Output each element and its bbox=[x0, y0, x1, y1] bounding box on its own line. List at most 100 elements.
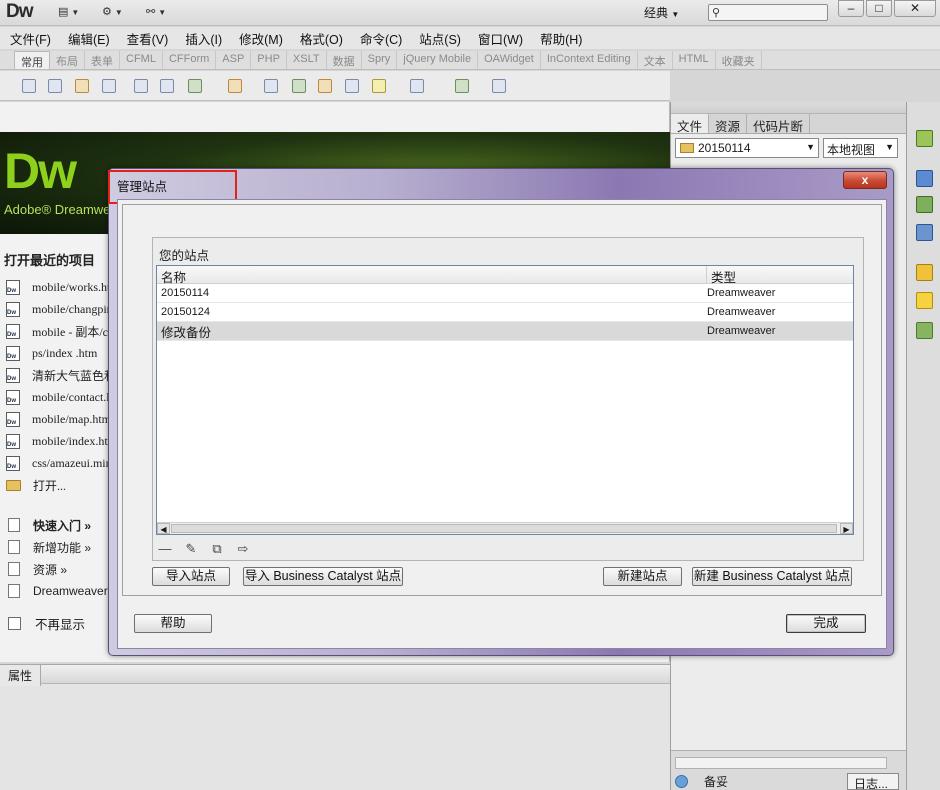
menu-window[interactable]: 窗口(W) bbox=[478, 29, 523, 48]
whats-new-link[interactable]: 新增功能 » bbox=[8, 536, 119, 558]
files-hscroll[interactable] bbox=[675, 757, 887, 769]
table-row-selected[interactable]: 修改备份 Dreamweaver bbox=[157, 322, 853, 341]
menu-insert[interactable]: 插入(I) bbox=[185, 29, 222, 48]
insert-tab[interactable]: ASP bbox=[216, 51, 252, 69]
databases-icon[interactable] bbox=[916, 264, 933, 281]
column-type[interactable]: 类型 bbox=[707, 266, 853, 285]
email-link-icon[interactable] bbox=[48, 79, 62, 93]
import-site-button[interactable]: 导入站点 bbox=[152, 567, 230, 586]
menu-modify[interactable]: 修改(M) bbox=[239, 29, 283, 48]
horizontal-rule-icon[interactable] bbox=[102, 79, 116, 93]
new-bc-site-button[interactable]: 新建 Business Catalyst 站点 bbox=[692, 567, 852, 586]
insert-tab[interactable]: jQuery Mobile bbox=[397, 51, 479, 69]
css-styles-icon[interactable] bbox=[916, 130, 933, 147]
site-manager-icon[interactable]: ⚯ ▼ bbox=[146, 5, 166, 18]
tab-files[interactable]: 文件 bbox=[671, 114, 710, 134]
recent-item[interactable]: mobile/contact.l bbox=[6, 386, 117, 408]
recent-item[interactable]: mobile - 副本/c bbox=[6, 320, 117, 342]
exchange-link[interactable]: Dreamweaver E bbox=[8, 580, 119, 602]
new-site-button[interactable]: 新建站点 bbox=[603, 567, 682, 586]
scroll-left-icon[interactable]: ◀ bbox=[157, 523, 170, 534]
image-icon[interactable] bbox=[188, 79, 202, 93]
templates-icon[interactable] bbox=[410, 79, 424, 93]
insert-tab[interactable]: Spry bbox=[362, 51, 398, 69]
menu-file[interactable]: 文件(F) bbox=[10, 29, 51, 48]
remove-site-icon[interactable]: — bbox=[157, 542, 173, 556]
server-include-icon[interactable] bbox=[292, 79, 306, 93]
tag-inspector-icon[interactable] bbox=[916, 196, 933, 213]
minimize-button[interactable]: – bbox=[838, 0, 864, 17]
open-item[interactable]: 打开... bbox=[6, 474, 117, 496]
insert-tab[interactable]: XSLT bbox=[287, 51, 327, 69]
head-icon[interactable] bbox=[345, 79, 359, 93]
properties-tab[interactable]: 属性 bbox=[0, 665, 42, 686]
table-row[interactable]: 20150124 Dreamweaver bbox=[157, 303, 853, 322]
menu-view[interactable]: 查看(V) bbox=[127, 29, 169, 48]
maximize-button[interactable]: □ bbox=[866, 0, 892, 17]
recent-item[interactable]: ps/index .htm bbox=[6, 342, 117, 364]
menu-commands[interactable]: 命令(C) bbox=[360, 29, 402, 48]
div-icon[interactable] bbox=[160, 79, 174, 93]
column-name[interactable]: 名称 bbox=[157, 266, 707, 285]
table-hscroll[interactable]: ◀ ▶ bbox=[157, 522, 853, 534]
insert-tab[interactable]: 收藏夹 bbox=[716, 51, 762, 69]
help-button[interactable]: 帮助 bbox=[134, 614, 212, 633]
comment-icon[interactable] bbox=[318, 79, 332, 93]
insert-tab[interactable]: HTML bbox=[673, 51, 716, 69]
menu-edit[interactable]: 编辑(E) bbox=[68, 29, 110, 48]
script-icon[interactable] bbox=[372, 79, 386, 93]
insert-tab[interactable]: PHP bbox=[251, 51, 287, 69]
tag-icon[interactable] bbox=[492, 79, 506, 93]
insert-tab[interactable]: InContext Editing bbox=[541, 51, 638, 69]
insert-tab[interactable]: 数据 bbox=[327, 51, 362, 69]
recent-item[interactable]: css/amazeui.min bbox=[6, 452, 117, 474]
recent-item[interactable]: 清新大气蓝色和 bbox=[6, 364, 117, 386]
recent-item[interactable]: mobile/changpin bbox=[6, 298, 117, 320]
menu-site[interactable]: 站点(S) bbox=[419, 29, 461, 48]
duplicate-site-icon[interactable]: ⧉ bbox=[209, 542, 225, 556]
close-window-button[interactable]: ✕ bbox=[894, 0, 936, 17]
behaviors-icon[interactable] bbox=[916, 292, 933, 309]
insert-tab[interactable]: OAWidget bbox=[478, 51, 541, 69]
menu-format[interactable]: 格式(O) bbox=[300, 29, 343, 48]
recent-item[interactable]: mobile/map.htm bbox=[6, 408, 117, 430]
menu-help[interactable]: 帮助(H) bbox=[540, 29, 582, 48]
edit-site-icon[interactable]: ✎ bbox=[183, 542, 199, 556]
scroll-thumb[interactable] bbox=[171, 524, 837, 533]
dialog-close-button[interactable]: x bbox=[843, 171, 887, 189]
recent-item[interactable]: mobile/index.htm bbox=[6, 430, 117, 452]
resources-link[interactable]: 资源 » bbox=[8, 558, 119, 580]
log-button[interactable]: 日志... bbox=[847, 773, 899, 790]
gear-icon[interactable]: ⚙ ▼ bbox=[102, 5, 123, 18]
insert-tab[interactable]: 布局 bbox=[50, 51, 85, 69]
ap-elements-icon[interactable] bbox=[916, 170, 933, 187]
hyperlink-icon[interactable] bbox=[22, 79, 36, 93]
search-panel-icon[interactable] bbox=[916, 224, 933, 241]
scroll-right-icon[interactable]: ▶ bbox=[840, 523, 853, 534]
import-bc-site-button[interactable]: 导入 Business Catalyst 站点 bbox=[243, 567, 403, 586]
insert-tab[interactable]: CFForm bbox=[163, 51, 217, 69]
site-select[interactable]: 20150114 ▼ bbox=[675, 138, 819, 158]
date-icon[interactable] bbox=[264, 79, 278, 93]
tab-assets[interactable]: 资源 bbox=[709, 114, 748, 134]
panel-grip[interactable] bbox=[671, 102, 906, 114]
media-icon[interactable] bbox=[228, 79, 242, 93]
insert-tab[interactable]: 常用 bbox=[14, 51, 50, 69]
named-anchor-icon[interactable] bbox=[75, 79, 89, 93]
recent-item[interactable]: mobile/works.ht bbox=[6, 276, 117, 298]
workspace-switcher[interactable]: 经典 ▼ bbox=[644, 4, 679, 21]
quick-start-link[interactable]: 快速入门 » bbox=[8, 514, 119, 536]
done-button[interactable]: 完成 bbox=[786, 614, 866, 633]
insert-tab[interactable]: 表单 bbox=[85, 51, 120, 69]
view-select[interactable]: 本地视图 ▼ bbox=[823, 138, 898, 158]
insert-tab[interactable]: 文本 bbox=[638, 51, 673, 69]
tag-chooser-icon[interactable] bbox=[455, 79, 469, 93]
search-input[interactable]: ⚲ bbox=[708, 4, 828, 21]
layout-menu-icon[interactable]: ▤ ▼ bbox=[58, 5, 79, 18]
export-site-icon[interactable]: ⇨ bbox=[235, 542, 251, 556]
dont-show-checkbox[interactable] bbox=[8, 617, 21, 630]
insert-tab[interactable]: CFML bbox=[120, 51, 163, 69]
table-row[interactable]: 20150114 Dreamweaver bbox=[157, 284, 853, 303]
components-icon[interactable] bbox=[916, 322, 933, 339]
dont-show-again[interactable]: 不再显示 bbox=[8, 614, 85, 633]
